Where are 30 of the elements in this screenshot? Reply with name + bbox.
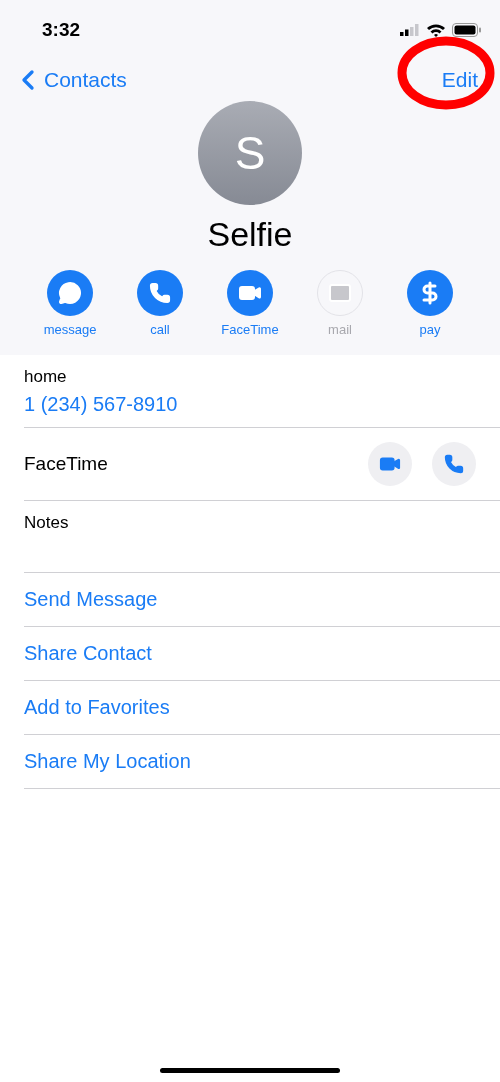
action-label: call <box>150 322 170 337</box>
back-link[interactable]: Contacts <box>12 64 127 96</box>
video-call-button[interactable] <box>368 442 412 486</box>
battery-icon <box>452 23 482 37</box>
wifi-icon <box>426 23 446 37</box>
phone-label: home <box>24 366 68 387</box>
notes-label: Notes <box>24 513 69 532</box>
video-action-button[interactable] <box>227 270 273 316</box>
pay-action-button[interactable] <box>407 270 453 316</box>
phone-icon <box>149 282 171 304</box>
edit-link[interactable]: Edit <box>441 68 478 92</box>
signal-icon <box>400 24 420 36</box>
action-label: pay <box>419 322 441 337</box>
speech-bubble-icon <box>58 281 82 305</box>
avatar: S <box>198 101 302 205</box>
facetime-label: FaceTime <box>24 453 108 475</box>
action-label: message <box>43 322 97 337</box>
audio-call-button[interactable] <box>432 442 476 486</box>
status-time: 3:32 <box>42 19 81 41</box>
call-action-button[interactable] <box>137 270 183 316</box>
phone-icon <box>444 454 464 474</box>
message-action-button[interactable] <box>47 270 93 316</box>
action-label: FaceTime <box>221 322 279 337</box>
contact-name: Selfie <box>206 215 294 254</box>
action-link[interactable]: Share My Location <box>24 735 500 789</box>
action-link[interactable]: Send Message <box>24 573 500 627</box>
action-label: mail <box>328 322 352 337</box>
phone-number-link[interactable]: 1 (234) 567-8910 <box>24 392 500 416</box>
action-link[interactable]: Add to Favorites <box>24 681 500 735</box>
action-link[interactable]: Share Contact <box>24 627 500 681</box>
